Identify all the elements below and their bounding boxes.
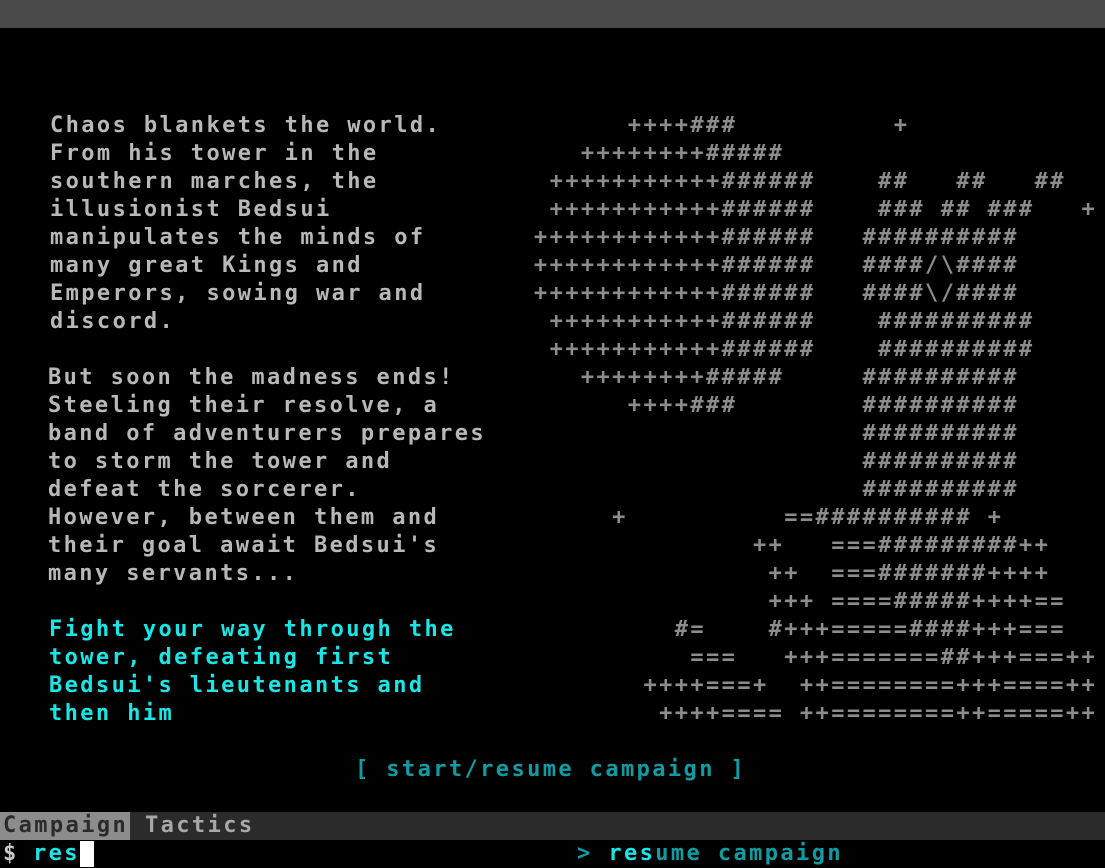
story-line: their goal await Bedsui's [48, 533, 440, 558]
command-prompt-bar: $ res > resume campaign [0, 840, 1105, 868]
objective-line: then him [49, 701, 175, 726]
story-line: Chaos blankets the world. [50, 113, 442, 138]
story-line: many great Kings and [50, 253, 363, 278]
story-line: Emperors, sowing war and [50, 281, 426, 306]
prompt-symbol: $ [3, 841, 17, 866]
story-line: band of adventurers prepares [48, 421, 487, 446]
objective-line: tower, defeating first [49, 645, 394, 670]
ascii-art-row: +++ ====#####++++== [2, 589, 1066, 614]
command-input-text[interactable]: res [33, 841, 80, 866]
story-line: However, between them and [48, 505, 440, 530]
mode-tab-bar: Campaign Tactics [0, 812, 1105, 840]
story-line: discord. [50, 309, 176, 334]
terminal-screen: ++++### + ++++++++##### +++++++++++#####… [2, 28, 1105, 868]
command-input[interactable]: res [33, 840, 94, 868]
start-resume-campaign-button[interactable]: [ start/resume campaign ] [355, 756, 746, 784]
story-line: many servants... [48, 561, 299, 586]
text-cursor [79, 841, 94, 867]
tab-tactics[interactable]: Tactics [145, 812, 255, 840]
story-line: From his tower in the [50, 141, 379, 166]
suggestion-arrow-icon: > [577, 841, 593, 866]
tab-campaign[interactable]: Campaign [0, 812, 131, 840]
objective-line: Bedsui's lieutenants and [49, 673, 425, 698]
story-line: southern marches, the [50, 169, 379, 194]
story-line: Steeling their resolve, a [48, 393, 440, 418]
suggestion-match-text: res [608, 841, 656, 866]
autocomplete-suggestion[interactable]: > resume campaign [577, 840, 843, 868]
story-line: illusionist Bedsui [50, 197, 332, 222]
suggestion-rest-text: ume campaign [655, 841, 843, 866]
objective-line: Fight your way through the [49, 617, 456, 642]
story-line: manipulates the minds of [50, 225, 426, 250]
story-line: But soon the madness ends! [48, 365, 455, 390]
story-line: defeat the sorcerer. [48, 477, 361, 502]
story-line: to storm the tower and [48, 449, 393, 474]
ascii-art-row: +++++++++++###### ########## [2, 337, 1035, 362]
window-titlebar [0, 0, 1105, 28]
